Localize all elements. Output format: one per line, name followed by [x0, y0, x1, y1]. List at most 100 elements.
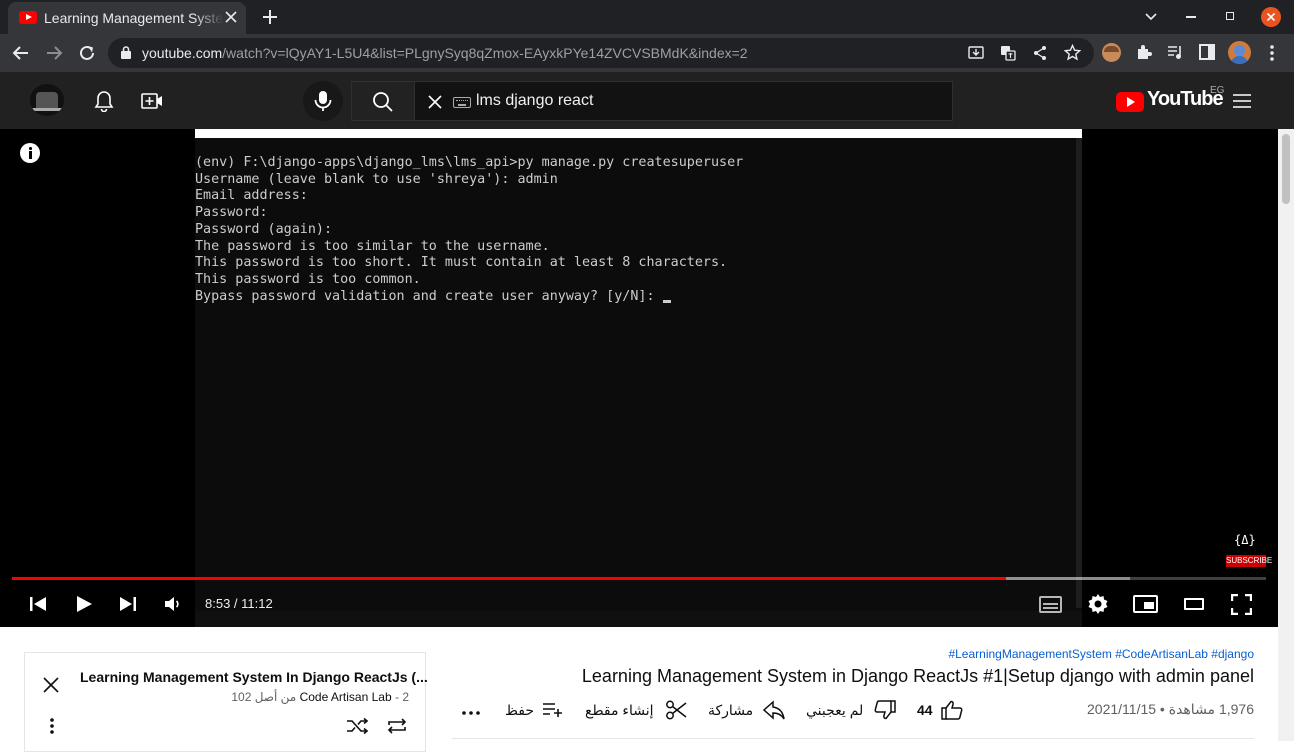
browser-toolbar: youtube.com/watch?v=lQyAY1-L5U4&list=PLg…: [0, 34, 1294, 72]
share-arrow-icon: [763, 700, 785, 720]
share-button[interactable]: مشاركة: [708, 700, 785, 720]
dislike-label: لم يعجبني: [806, 702, 864, 718]
terminal-line: The password is too similar to the usern…: [195, 238, 550, 254]
next-video-icon[interactable]: [119, 595, 137, 613]
reload-icon[interactable]: [78, 44, 96, 62]
previous-video-icon[interactable]: [29, 595, 47, 613]
browser-tab-bar: Learning Management System In Django Rea…: [0, 0, 1294, 34]
shuffle-icon[interactable]: [346, 717, 368, 735]
terminal-cursor: [662, 299, 671, 303]
playlist-subtitle: Code Artisan Lab - 2 من أصل 102: [231, 690, 409, 704]
miniplayer-icon[interactable]: [1133, 595, 1158, 613]
info-icon[interactable]: [20, 143, 40, 163]
video-hashtags[interactable]: #LearningManagementSystem #CodeArtisanLa…: [948, 647, 1254, 661]
clear-search-icon[interactable]: [428, 95, 442, 109]
scissors-icon: [665, 700, 687, 720]
subtitles-icon[interactable]: [1039, 596, 1062, 613]
loop-icon[interactable]: [386, 717, 408, 735]
youtube-favicon-icon: [19, 11, 37, 24]
region-code: EG: [1210, 85, 1225, 96]
thumbs-up-icon: [941, 700, 963, 720]
settings-gear-icon[interactable]: [1087, 593, 1109, 615]
clip-button[interactable]: إنشاء مقطع: [585, 700, 687, 720]
theater-mode-icon[interactable]: [1184, 598, 1204, 610]
terminal-line: Username (leave blank to use 'shreya'): …: [195, 171, 558, 187]
view-count-date: 1,976 مشاهدة • 2021/11/15: [1087, 701, 1254, 717]
share-icon[interactable]: [1032, 45, 1048, 61]
restore-icon[interactable]: [1226, 12, 1234, 20]
video-player[interactable]: (env) F:\django-apps\django_lms\lms_api>…: [0, 129, 1278, 627]
terminal-line: This password is too short. It must cont…: [195, 255, 728, 271]
clip-label: إنشاء مقطع: [585, 702, 654, 718]
like-button[interactable]: 44: [917, 700, 963, 720]
forward-arrow-icon[interactable]: [45, 44, 63, 62]
extension-avatar-icon[interactable]: [1102, 43, 1121, 62]
search-icon: [372, 91, 394, 113]
search-query-text: lms django react: [476, 92, 594, 109]
playlist-channel[interactable]: Code Artisan Lab: [300, 690, 392, 704]
progress-played: [12, 577, 1006, 580]
lock-icon[interactable]: [121, 46, 131, 59]
subscribe-badge[interactable]: SUBSCRIBE: [1226, 555, 1272, 567]
playlist-title[interactable]: Learning Management System In Django Rea…: [80, 669, 428, 685]
terminal-line: Bypass password validation and create us…: [195, 289, 743, 306]
browser-tab[interactable]: Learning Management System In Django Rea…: [8, 2, 246, 34]
video-title: Learning Management System in Django Rea…: [581, 666, 1254, 686]
page-scrollbar[interactable]: [1278, 129, 1294, 741]
terminal-output: (env) F:\django-apps\django_lms\lms_api>…: [195, 155, 743, 305]
dislike-button[interactable]: لم يعجبني: [806, 700, 896, 720]
minimize-icon[interactable]: [1186, 16, 1196, 18]
thumbs-down-icon: [874, 700, 896, 720]
terminal-scrollbar: [1076, 138, 1082, 608]
side-panel-icon[interactable]: [1199, 44, 1215, 60]
create-video-icon[interactable]: [141, 92, 163, 110]
publish-date: 2021/11/15: [1087, 701, 1157, 717]
keyboard-icon[interactable]: [453, 97, 471, 108]
terminal-line: This password is too common.: [195, 271, 421, 287]
browser-menu-icon[interactable]: [1269, 44, 1275, 62]
notifications-bell-icon[interactable]: [94, 90, 114, 112]
tab-search-chevron-icon[interactable]: [1144, 10, 1158, 24]
channel-avatar[interactable]: [30, 84, 64, 116]
terminal-line: Password:: [195, 205, 268, 221]
tab-close-icon[interactable]: [224, 10, 238, 24]
new-tab-icon[interactable]: [262, 9, 278, 25]
guide-menu-icon[interactable]: [1233, 94, 1251, 108]
watermark-logo-icon: {Δ}: [1234, 533, 1256, 547]
window-close-icon[interactable]: [1261, 7, 1281, 27]
terminal-line: Email address:: [195, 188, 308, 204]
search-input[interactable]: [351, 81, 953, 121]
share-label: مشاركة: [708, 702, 754, 718]
media-control-icon[interactable]: [1167, 45, 1184, 60]
address-bar[interactable]: youtube.com/watch?v=lQyAY1-L5U4&list=PLg…: [108, 38, 1094, 68]
save-label: حفظ: [505, 702, 535, 718]
terminal-frame: (env) F:\django-apps\django_lms\lms_api>…: [195, 129, 1082, 627]
view-count: 1,976 مشاهدة: [1168, 701, 1254, 717]
url-text: youtube.com/watch?v=lQyAY1-L5U4&list=PLg…: [142, 45, 748, 61]
terminal-line: (env) F:\django-apps\django_lms\lms_api>…: [195, 155, 744, 170]
youtube-logo-icon[interactable]: [1116, 92, 1144, 112]
page-scrollbar-thumb[interactable]: [1282, 134, 1290, 204]
play-icon[interactable]: [75, 595, 93, 613]
playlist-menu-icon[interactable]: [49, 717, 55, 735]
install-app-icon[interactable]: [968, 45, 984, 61]
translate-icon[interactable]: [1000, 45, 1016, 61]
extensions-puzzle-icon[interactable]: [1135, 44, 1152, 61]
save-button[interactable]: حفظ: [505, 702, 562, 719]
back-arrow-icon[interactable]: [12, 44, 30, 62]
playlist-add-icon: [542, 701, 564, 719]
microphone-icon: [314, 91, 332, 111]
terminal-line: Password (again):: [195, 221, 333, 237]
volume-icon[interactable]: [164, 596, 182, 612]
profile-avatar[interactable]: [1228, 41, 1251, 64]
time-display: 8:53 / 11:12: [205, 596, 273, 611]
bookmark-star-icon[interactable]: [1064, 44, 1081, 61]
fullscreen-icon[interactable]: [1231, 594, 1252, 615]
windows-taskbar: [195, 611, 1082, 627]
search-button[interactable]: [351, 81, 415, 121]
close-playlist-icon[interactable]: [43, 677, 59, 693]
playlist-panel: Learning Management System In Django Rea…: [24, 652, 428, 752]
info-divider: [452, 738, 1254, 739]
more-actions-icon[interactable]: [461, 710, 481, 716]
voice-search-button[interactable]: [303, 81, 343, 121]
